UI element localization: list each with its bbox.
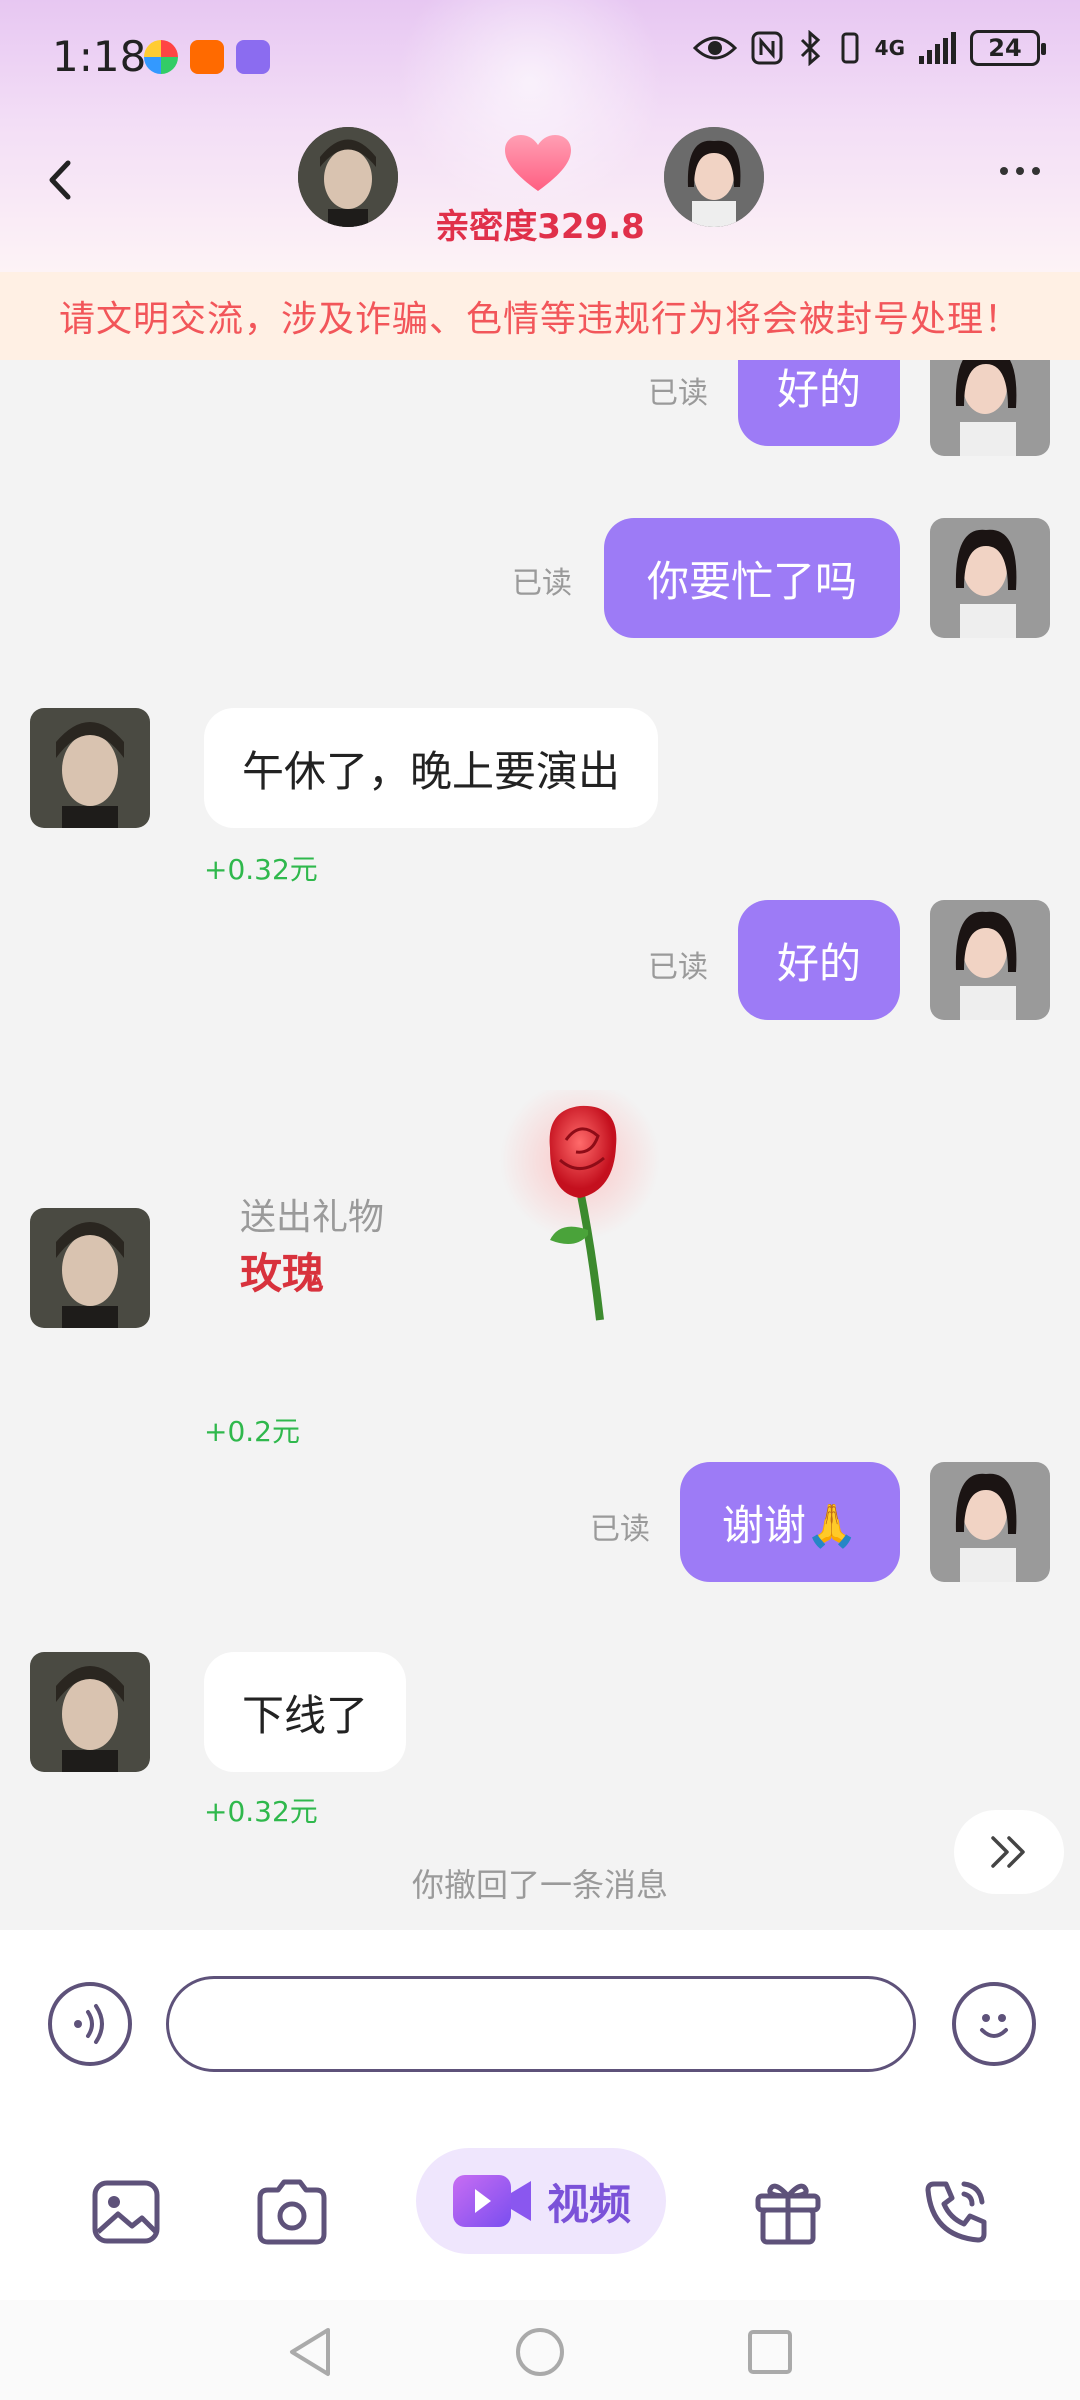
warning-banner: 请文明交流，涉及诈骗、色情等违规行为将会被封号处理！ — [0, 272, 1080, 360]
app-notification-icon — [144, 40, 178, 74]
earning-amount: +0.32元 — [204, 1795, 318, 1828]
phone-call-icon — [925, 2181, 987, 2243]
status-time: 1:18 — [52, 32, 147, 81]
read-receipt: 已读 — [512, 566, 572, 601]
battery-indicator: 24 — [970, 30, 1046, 66]
voice-icon — [74, 2004, 104, 2044]
eye-icon — [692, 36, 737, 60]
video-icon — [452, 2175, 531, 2227]
smiley-icon — [980, 2014, 1008, 2038]
contact-avatar[interactable] — [664, 127, 764, 227]
my-avatar[interactable] — [298, 127, 398, 227]
voice-input-button[interactable] — [48, 1982, 132, 2066]
outgoing-message-bubble[interactable]: 谢谢🙏 — [680, 1462, 900, 1582]
read-receipt: 已读 — [590, 1512, 650, 1547]
video-label: 视频 — [546, 2179, 631, 2229]
message-input[interactable] — [166, 1976, 916, 2072]
rose-gift-icon[interactable] — [480, 1090, 700, 1330]
contact-message-avatar[interactable] — [930, 900, 1050, 1020]
network-type: 4G — [874, 36, 905, 60]
back-arrow-icon[interactable] — [40, 155, 80, 205]
recall-notice: 你撤回了一条消息 — [411, 1866, 668, 1904]
camera-icon — [257, 2179, 327, 2245]
my-message-avatar[interactable] — [30, 1208, 150, 1328]
outgoing-message-bubble[interactable]: 好的 — [738, 360, 900, 446]
gift-name: 玫瑰 — [240, 1249, 325, 1298]
contact-message-avatar[interactable] — [930, 518, 1050, 638]
nfc-icon — [751, 31, 783, 65]
back-nav-icon[interactable] — [286, 2326, 334, 2378]
earning-amount: +0.2元 — [204, 1415, 300, 1448]
gift-icon — [755, 2183, 821, 2245]
incoming-message-bubble[interactable]: 午休了，晚上要演出 — [204, 708, 659, 828]
vibrate-icon — [841, 32, 859, 64]
my-message-avatar[interactable] — [30, 1652, 150, 1772]
top-nav: 亲密度329.8 — [0, 115, 1080, 272]
scroll-to-bottom-button[interactable] — [954, 1810, 1064, 1894]
outgoing-message-bubble[interactable]: 好的 — [738, 900, 900, 1020]
more-options-icon[interactable] — [1000, 167, 1040, 175]
read-receipt: 已读 — [648, 950, 708, 985]
status-icons: 4G 24 — [692, 30, 1046, 66]
intimacy-score: 亲密度329.8 — [435, 207, 645, 247]
contact-message-avatar[interactable] — [930, 1462, 1050, 1582]
heart-icon — [505, 135, 571, 191]
image-icon — [92, 2180, 160, 2244]
voice-call-button[interactable] — [914, 2170, 998, 2254]
gift-button[interactable] — [746, 2170, 830, 2254]
double-chevron-icon — [991, 1836, 1025, 1868]
outgoing-message-bubble[interactable]: 你要忙了吗 — [604, 518, 900, 638]
gift-sent-label: 送出礼物 — [240, 1197, 385, 1238]
read-receipt: 已读 — [648, 376, 708, 411]
camera-button[interactable] — [250, 2170, 334, 2254]
app-notification-icon-2 — [236, 40, 270, 74]
earning-amount: +0.32元 — [204, 853, 318, 886]
bluetooth-icon — [800, 30, 820, 66]
video-call-button[interactable]: 视频 — [416, 2148, 666, 2254]
signal-icon — [919, 32, 956, 64]
my-message-avatar[interactable] — [30, 708, 150, 828]
status-bar: 1:18 4G 24 — [0, 0, 1080, 115]
chat-list[interactable]: 已读 好的 已读 你要忙了吗 午休了，晚上要演出 +0.32元 已读 好的 送出… — [0, 360, 1080, 1930]
emoji-button[interactable] — [952, 1982, 1036, 2066]
composer: 视频 — [0, 1930, 1080, 2300]
contact-message-avatar[interactable] — [930, 360, 1050, 456]
system-navigation-bar — [0, 2300, 1080, 2400]
incoming-message-bubble[interactable]: 下线了 — [204, 1652, 407, 1772]
image-button[interactable] — [84, 2170, 168, 2254]
home-nav-icon[interactable] — [514, 2326, 566, 2378]
recents-nav-icon[interactable] — [746, 2328, 794, 2376]
taobao-notification-icon — [190, 40, 224, 74]
chat-header: 1:18 4G 24 亲密度329.8 — [0, 0, 1080, 272]
